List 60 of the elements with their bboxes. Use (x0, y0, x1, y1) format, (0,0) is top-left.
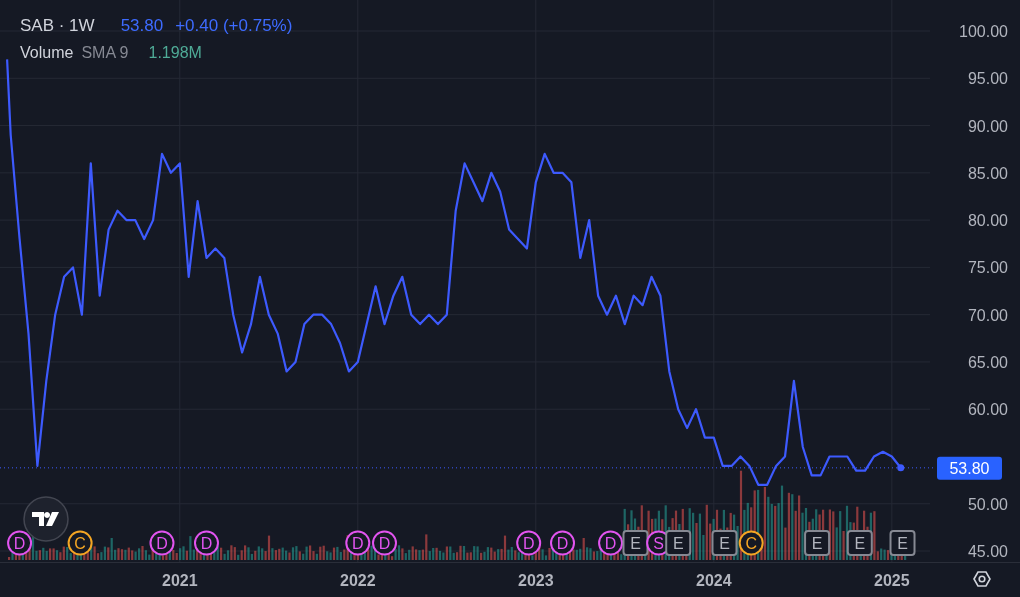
dividend-marker[interactable]: D (345, 530, 371, 556)
price-axis-label: 75.00 (967, 259, 1008, 277)
last-price: 53.80 (120, 16, 164, 36)
dividend-marker[interactable]: D (149, 530, 175, 556)
time-axis-label: 2023 (518, 572, 554, 589)
price-axis-label: 100.00 (959, 23, 1008, 40)
time-axis-label: 2025 (874, 572, 910, 589)
price-axis-label: 45.00 (967, 543, 1008, 561)
time-axis-label: 2024 (696, 572, 732, 589)
dividend-marker[interactable]: D (516, 530, 542, 556)
annotation: D (522, 535, 535, 552)
earnings-marker[interactable]: E (889, 530, 916, 556)
dividend-marker[interactable]: D (7, 530, 33, 556)
earnings-marker[interactable]: E (846, 530, 873, 556)
annotation: D (556, 535, 569, 552)
annotation: E (897, 535, 908, 552)
price-axis-label: 95.00 (967, 70, 1008, 88)
price-change: +0.40 (+0.75%) (175, 16, 293, 36)
price-axis-label: 50.00 (967, 495, 1008, 513)
annotation: E (854, 535, 866, 552)
symbol-title: SAB · 1W (20, 16, 95, 36)
annotation: D (352, 535, 364, 552)
annotation: D (604, 535, 617, 552)
annotation: D (200, 535, 213, 552)
annotation: D (13, 535, 26, 552)
dividend-marker[interactable]: D (550, 530, 575, 556)
dividend-marker[interactable]: D (194, 530, 219, 556)
earnings-marker[interactable]: E (665, 530, 692, 556)
dividend-marker[interactable]: D (598, 530, 624, 556)
price-axis-label: 65.00 (967, 353, 1008, 371)
logo-icon[interactable] (23, 496, 69, 542)
price-axis-label: 85.00 (967, 164, 1008, 182)
price-axis-label: 60.00 (967, 401, 1008, 419)
event-marker[interactable]: C (738, 530, 764, 556)
annotation: C (745, 535, 757, 552)
time-axis-label: 2022 (340, 572, 376, 589)
last-price-tag: 53.80 (937, 456, 1002, 480)
price-axis-label: 80.00 (967, 212, 1008, 230)
settings-icon[interactable] (973, 571, 991, 587)
last-point-dot (897, 464, 905, 472)
price-axis-label: 90.00 (967, 117, 1008, 135)
earnings-marker[interactable]: E (711, 530, 738, 556)
annotation: E (672, 535, 684, 552)
earnings-marker[interactable]: E (804, 530, 831, 556)
annotation: D (156, 535, 168, 552)
annotation: E (719, 535, 730, 552)
time-axis-label: 2021 (162, 572, 198, 589)
annotation: E (811, 535, 823, 552)
price-axis-label: 70.00 (967, 306, 1008, 324)
earnings-marker[interactable]: E (622, 530, 649, 556)
dividend-marker[interactable]: D (372, 530, 397, 556)
indicator-name: Volume (20, 44, 74, 62)
indicator-value: 1.198M (148, 44, 202, 62)
ref-line-label: 53.80 (949, 459, 990, 477)
annotation: C (74, 535, 86, 552)
annotation: S (653, 535, 664, 552)
annotation: D (378, 535, 391, 552)
event-marker[interactable]: C (67, 530, 93, 556)
indicator-params: SMA 9 (81, 44, 129, 62)
annotation: E (630, 535, 641, 552)
